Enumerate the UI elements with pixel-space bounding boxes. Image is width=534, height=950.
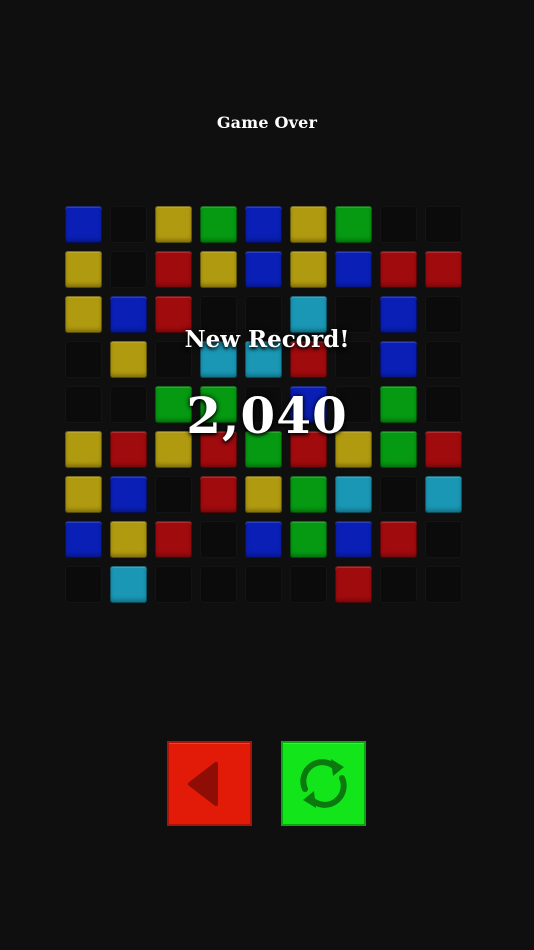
red-tile [155,251,192,288]
new-record-label: New Record! [184,326,350,353]
green-tile [200,206,237,243]
empty-cell [425,566,462,603]
empty-cell [155,476,192,513]
empty-cell [380,206,417,243]
empty-cell [200,521,237,558]
empty-cell [155,566,192,603]
empty-cell [425,206,462,243]
green-tile [290,521,327,558]
blue-tile [335,521,372,558]
yellow-tile [245,476,282,513]
blue-tile [245,206,282,243]
empty-cell [65,566,102,603]
red-tile [335,566,372,603]
red-tile [425,251,462,288]
empty-cell [200,566,237,603]
empty-cell [110,206,147,243]
yellow-tile [200,251,237,288]
blue-tile [245,521,282,558]
blue-tile [335,251,372,288]
yellow-tile [65,476,102,513]
cyan-tile [110,566,147,603]
blue-tile [65,521,102,558]
red-tile [380,251,417,288]
green-tile [335,206,372,243]
yellow-tile [155,206,192,243]
blue-tile [245,251,282,288]
back-arrow-icon [188,762,218,806]
empty-cell [290,566,327,603]
page-title: Game Over [216,113,318,132]
yellow-tile [65,251,102,288]
red-tile [155,521,192,558]
cyan-tile [425,476,462,513]
cyan-tile [335,476,372,513]
yellow-tile [290,206,327,243]
blue-tile [65,206,102,243]
empty-cell [110,251,147,288]
empty-cell [380,566,417,603]
green-tile [290,476,327,513]
yellow-tile [290,251,327,288]
restart-button[interactable] [281,741,366,826]
restart-icon [300,759,347,808]
empty-cell [245,566,282,603]
blue-tile [110,476,147,513]
red-tile [380,521,417,558]
empty-cell [380,476,417,513]
back-button[interactable] [167,741,252,826]
final-score: 2,040 [186,386,348,445]
empty-cell [425,521,462,558]
red-tile [200,476,237,513]
yellow-tile [110,521,147,558]
